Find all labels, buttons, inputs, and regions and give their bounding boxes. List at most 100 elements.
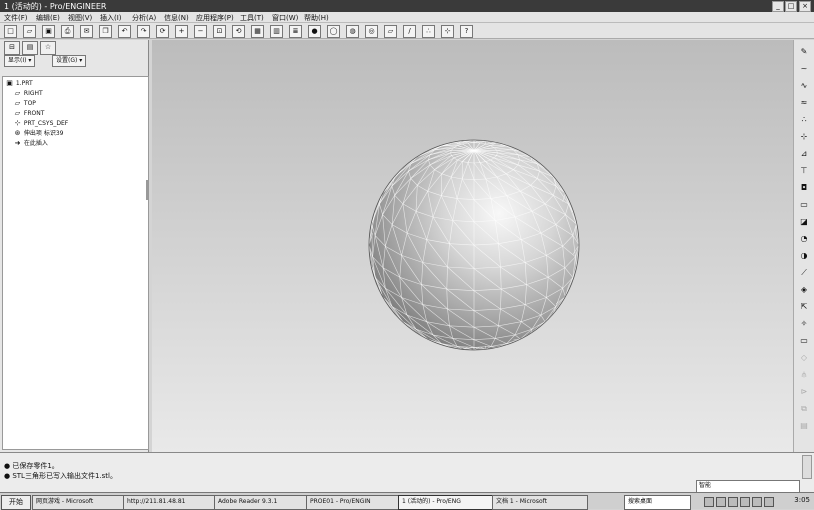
csys-icon[interactable]: ⊹ [798,131,810,143]
menu-analysis[interactable]: 分析(A) [132,13,156,23]
model-tree-tab-icon[interactable]: ⊟ [4,41,20,55]
panel-splitter-handle[interactable] [146,180,149,200]
spline-icon[interactable]: ~ [798,63,810,75]
layers-icon[interactable]: ≣ [289,25,302,38]
tray-icon[interactable] [716,497,726,507]
zoom-out-icon[interactable]: − [194,25,207,38]
context-help-icon[interactable]: ? [460,25,473,38]
tree-item[interactable]: ⊹ PRT_CSYS_DEF [13,119,68,128]
insert-arrow-icon: ➜ [13,139,22,148]
menu-window[interactable]: 窗口(W) [272,13,298,23]
tray-icon[interactable] [740,497,750,507]
print-icon[interactable]: ⎙ [61,25,74,38]
offset-icon[interactable]: ⧉ [798,403,810,415]
rib-icon[interactable]: ◪ [798,216,810,228]
email-icon[interactable]: ✉ [80,25,93,38]
saved-view-icon[interactable]: ▥ [270,25,283,38]
message-scrollbar[interactable] [802,455,812,479]
no-hidden-icon[interactable]: ◎ [365,25,378,38]
tree-item[interactable]: ⊛ 伸出项 标识39 [13,129,63,138]
taskbar-button[interactable]: http://211.81.48.81 [123,495,219,510]
datum-plane-icon: ▱ [13,99,22,108]
maximize-button[interactable]: □ [785,1,797,12]
taskbar-button-active[interactable]: 1 (活动的) - Pro/ENG [398,495,496,510]
refit-icon[interactable]: ⊡ [213,25,226,38]
network-icon[interactable] [764,497,774,507]
tree-item[interactable]: ▱ RIGHT [13,89,43,98]
pattern-icon[interactable]: ✧ [798,318,810,330]
taskbar-button[interactable]: Adobe Reader 9.3.1 [214,495,310,510]
tree-item[interactable]: ▣ 1.PRT [5,79,33,88]
blend-icon[interactable]: ⇱ [798,301,810,313]
zoom-in-icon[interactable]: + [175,25,188,38]
tree-item[interactable]: ▱ TOP [13,99,36,108]
hidden-line-icon[interactable]: ◍ [346,25,359,38]
sweep-icon[interactable]: ◈ [798,284,810,296]
menu-view[interactable]: 视图(V) [68,13,92,23]
open-icon[interactable]: ▱ [23,25,36,38]
datum-axis-icon[interactable]: / [403,25,416,38]
curve-icon[interactable]: ∿ [798,80,810,92]
csys-icon: ⊹ [13,119,22,128]
analysis-icon[interactable]: ⊿ [798,148,810,160]
volume-icon[interactable] [752,497,762,507]
taskbar-button[interactable]: PROE01 - Pro/ENGIN [306,495,402,510]
datum-point-icon[interactable]: ∴ [422,25,435,38]
wireframe-icon[interactable]: ◯ [327,25,340,38]
taskbar-button[interactable]: 文档 1 - Microsoft [492,495,588,510]
desktop-search-input[interactable]: 搜索桌面 [624,495,691,510]
folder-browser-tab-icon[interactable]: ▤ [22,41,38,55]
merge-icon[interactable]: ◇ [798,352,810,364]
tree-item-label: FRONT [22,110,44,117]
csys-icon[interactable]: ⊹ [441,25,454,38]
tray-icon[interactable] [704,497,714,507]
sketch-icon[interactable]: ✎ [798,46,810,58]
minimize-button[interactable]: _ [772,1,784,12]
datum-plane-icon: ▱ [13,89,22,98]
menu-applications[interactable]: 应用程序(P) [196,13,234,23]
taskbar-button[interactable]: 网页游戏 - Microsoft [32,495,128,510]
trim-icon[interactable]: ⫛ [798,369,810,381]
menu-insert[interactable]: 插入(I) [100,13,122,23]
settings-dropdown[interactable]: 设置(G) ▾ [52,55,86,67]
revolve-icon: ⊛ [13,129,22,138]
favorites-tab-icon[interactable]: ☆ [40,41,56,55]
menu-edit[interactable]: 编辑(E) [36,13,60,23]
menu-bar: 文件(F) 编辑(E) 视图(V) 插入(I) 分析(A) 信息(N) 应用程序… [0,12,814,23]
wave-icon[interactable]: ≈ [798,97,810,109]
graphics-viewport[interactable] [152,40,793,452]
show-dropdown[interactable]: 显示(I) ▾ [4,55,35,67]
menu-tools[interactable]: 工具(T) [240,13,264,23]
regenerate-icon[interactable]: ⟳ [156,25,169,38]
shell-icon[interactable]: ▭ [798,199,810,211]
close-button[interactable]: × [799,1,811,12]
extend-icon[interactable]: ⊳ [798,386,810,398]
save-icon[interactable]: ▣ [42,25,55,38]
view-manager-icon[interactable]: ▦ [251,25,264,38]
point-icon[interactable]: ∴ [798,114,810,126]
draft-icon[interactable]: ⟋ [798,267,810,279]
datum-plane-icon: ▱ [13,109,22,118]
datum-plane-icon[interactable]: ▱ [384,25,397,38]
panel-tabs: ⊟ ▤ ☆ [0,40,149,54]
tree-item[interactable]: ➜ 在此插入 [13,139,48,148]
chamfer-icon[interactable]: ◑ [798,250,810,262]
start-button[interactable]: 开始 [1,495,31,510]
round-icon[interactable]: ◔ [798,233,810,245]
tray-icon[interactable] [728,497,738,507]
menu-file[interactable]: 文件(F) [4,13,28,23]
menu-help[interactable]: 帮助(H) [304,13,329,23]
thicken-icon[interactable]: ▤ [798,420,810,432]
extrude-icon[interactable]: ⊤ [798,165,810,177]
orient-icon[interactable]: ⟲ [232,25,245,38]
redo-icon[interactable]: ↷ [137,25,150,38]
surface-icon[interactable]: ▭ [798,335,810,347]
copy-icon[interactable]: ❐ [99,25,112,38]
shading-icon[interactable]: ● [308,25,321,38]
menu-info[interactable]: 信息(N) [164,13,189,23]
hole-icon[interactable]: ◘ [798,182,810,194]
new-icon[interactable]: □ [4,25,17,38]
sphere-model[interactable] [152,40,793,452]
undo-icon[interactable]: ↶ [118,25,131,38]
tree-item[interactable]: ▱ FRONT [13,109,44,118]
